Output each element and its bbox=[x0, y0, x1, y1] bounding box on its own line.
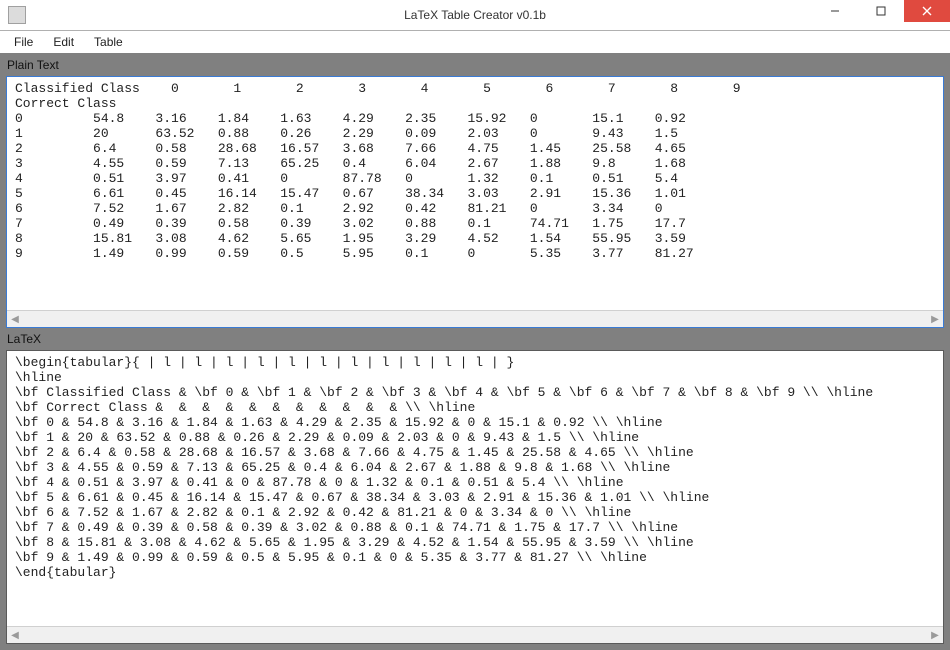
menubar: File Edit Table bbox=[0, 31, 950, 54]
app-icon bbox=[8, 6, 26, 24]
maximize-icon bbox=[876, 6, 886, 16]
latex-pane: \begin{tabular}{ | l | l | l | l | l | l… bbox=[6, 350, 944, 644]
plaintext-pane: Classified Class 0 1 2 3 4 5 6 7 8 9 Cor… bbox=[6, 76, 944, 328]
plaintext-hscrollbar[interactable]: ◀ ▶ bbox=[7, 310, 943, 327]
window-controls bbox=[812, 0, 950, 22]
minimize-icon bbox=[830, 6, 840, 16]
scroll-right-icon[interactable]: ▶ bbox=[927, 627, 943, 643]
latex-textarea[interactable]: \begin{tabular}{ | l | l | l | l | l | l… bbox=[7, 351, 943, 635]
close-button[interactable] bbox=[904, 0, 950, 22]
maximize-button[interactable] bbox=[858, 0, 904, 22]
minimize-button[interactable] bbox=[812, 0, 858, 22]
menu-edit[interactable]: Edit bbox=[43, 33, 84, 51]
app-window: LaTeX Table Creator v0.1b File Edit Tabl… bbox=[0, 0, 950, 650]
scroll-left-icon[interactable]: ◀ bbox=[7, 311, 23, 327]
window-title: LaTeX Table Creator v0.1b bbox=[0, 8, 950, 22]
menu-file[interactable]: File bbox=[4, 33, 43, 51]
plaintext-textarea[interactable]: Classified Class 0 1 2 3 4 5 6 7 8 9 Cor… bbox=[7, 77, 943, 319]
client-area: Plain Text Classified Class 0 1 2 3 4 5 … bbox=[0, 54, 950, 650]
latex-hscrollbar[interactable]: ◀ ▶ bbox=[7, 626, 943, 643]
close-icon bbox=[922, 6, 932, 16]
scroll-left-icon[interactable]: ◀ bbox=[7, 627, 23, 643]
titlebar[interactable]: LaTeX Table Creator v0.1b bbox=[0, 0, 950, 31]
scroll-right-icon[interactable]: ▶ bbox=[927, 311, 943, 327]
plaintext-label: Plain Text bbox=[6, 58, 944, 72]
menu-table[interactable]: Table bbox=[84, 33, 133, 51]
latex-label: LaTeX bbox=[6, 332, 944, 346]
